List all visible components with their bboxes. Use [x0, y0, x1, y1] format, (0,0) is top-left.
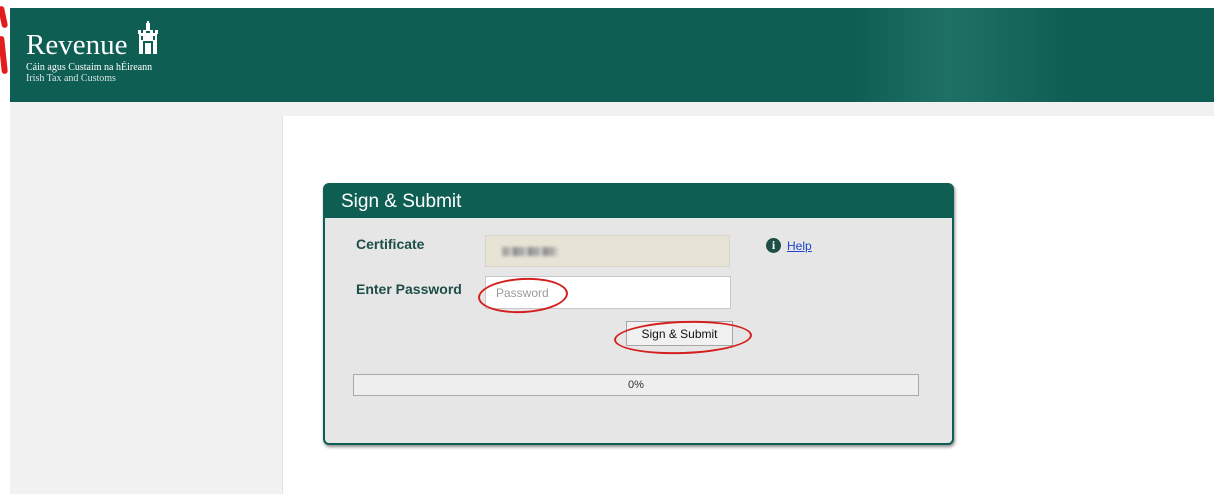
- red-edge-markings: [0, 0, 10, 494]
- help-link[interactable]: Help: [787, 239, 812, 253]
- header-strip: [10, 102, 1214, 116]
- harp-castle-icon: [136, 21, 160, 60]
- help-link-group[interactable]: i Help: [766, 238, 812, 253]
- dialog-title: Sign & Submit: [325, 185, 952, 218]
- info-icon[interactable]: i: [766, 238, 781, 253]
- sign-submit-button[interactable]: Sign & Submit: [626, 321, 733, 346]
- progress-bar: 0%: [353, 374, 919, 396]
- brand-irish-subtitle: Cáin agus Custaim na hÉireann: [26, 62, 153, 73]
- revenue-logo[interactable]: Revenue Cáin agus Custaim na hÉireann Ir…: [26, 18, 160, 84]
- certificate-label: Certificate: [356, 236, 425, 252]
- certificate-value-redacted: [502, 247, 558, 256]
- sign-submit-dialog: Sign & Submit Certificate i Help Enter P…: [323, 183, 954, 445]
- site-header: Revenue Cáin agus Custaim na hÉireann Ir…: [10, 8, 1214, 102]
- progress-text: 0%: [628, 379, 644, 391]
- brand-english-subtitle: Irish Tax and Customs: [26, 73, 116, 84]
- password-input[interactable]: [485, 276, 731, 309]
- certificate-field: [485, 235, 730, 267]
- left-sidebar: [10, 116, 283, 494]
- password-label: Enter Password: [356, 281, 462, 297]
- brand-name: Revenue: [26, 29, 128, 61]
